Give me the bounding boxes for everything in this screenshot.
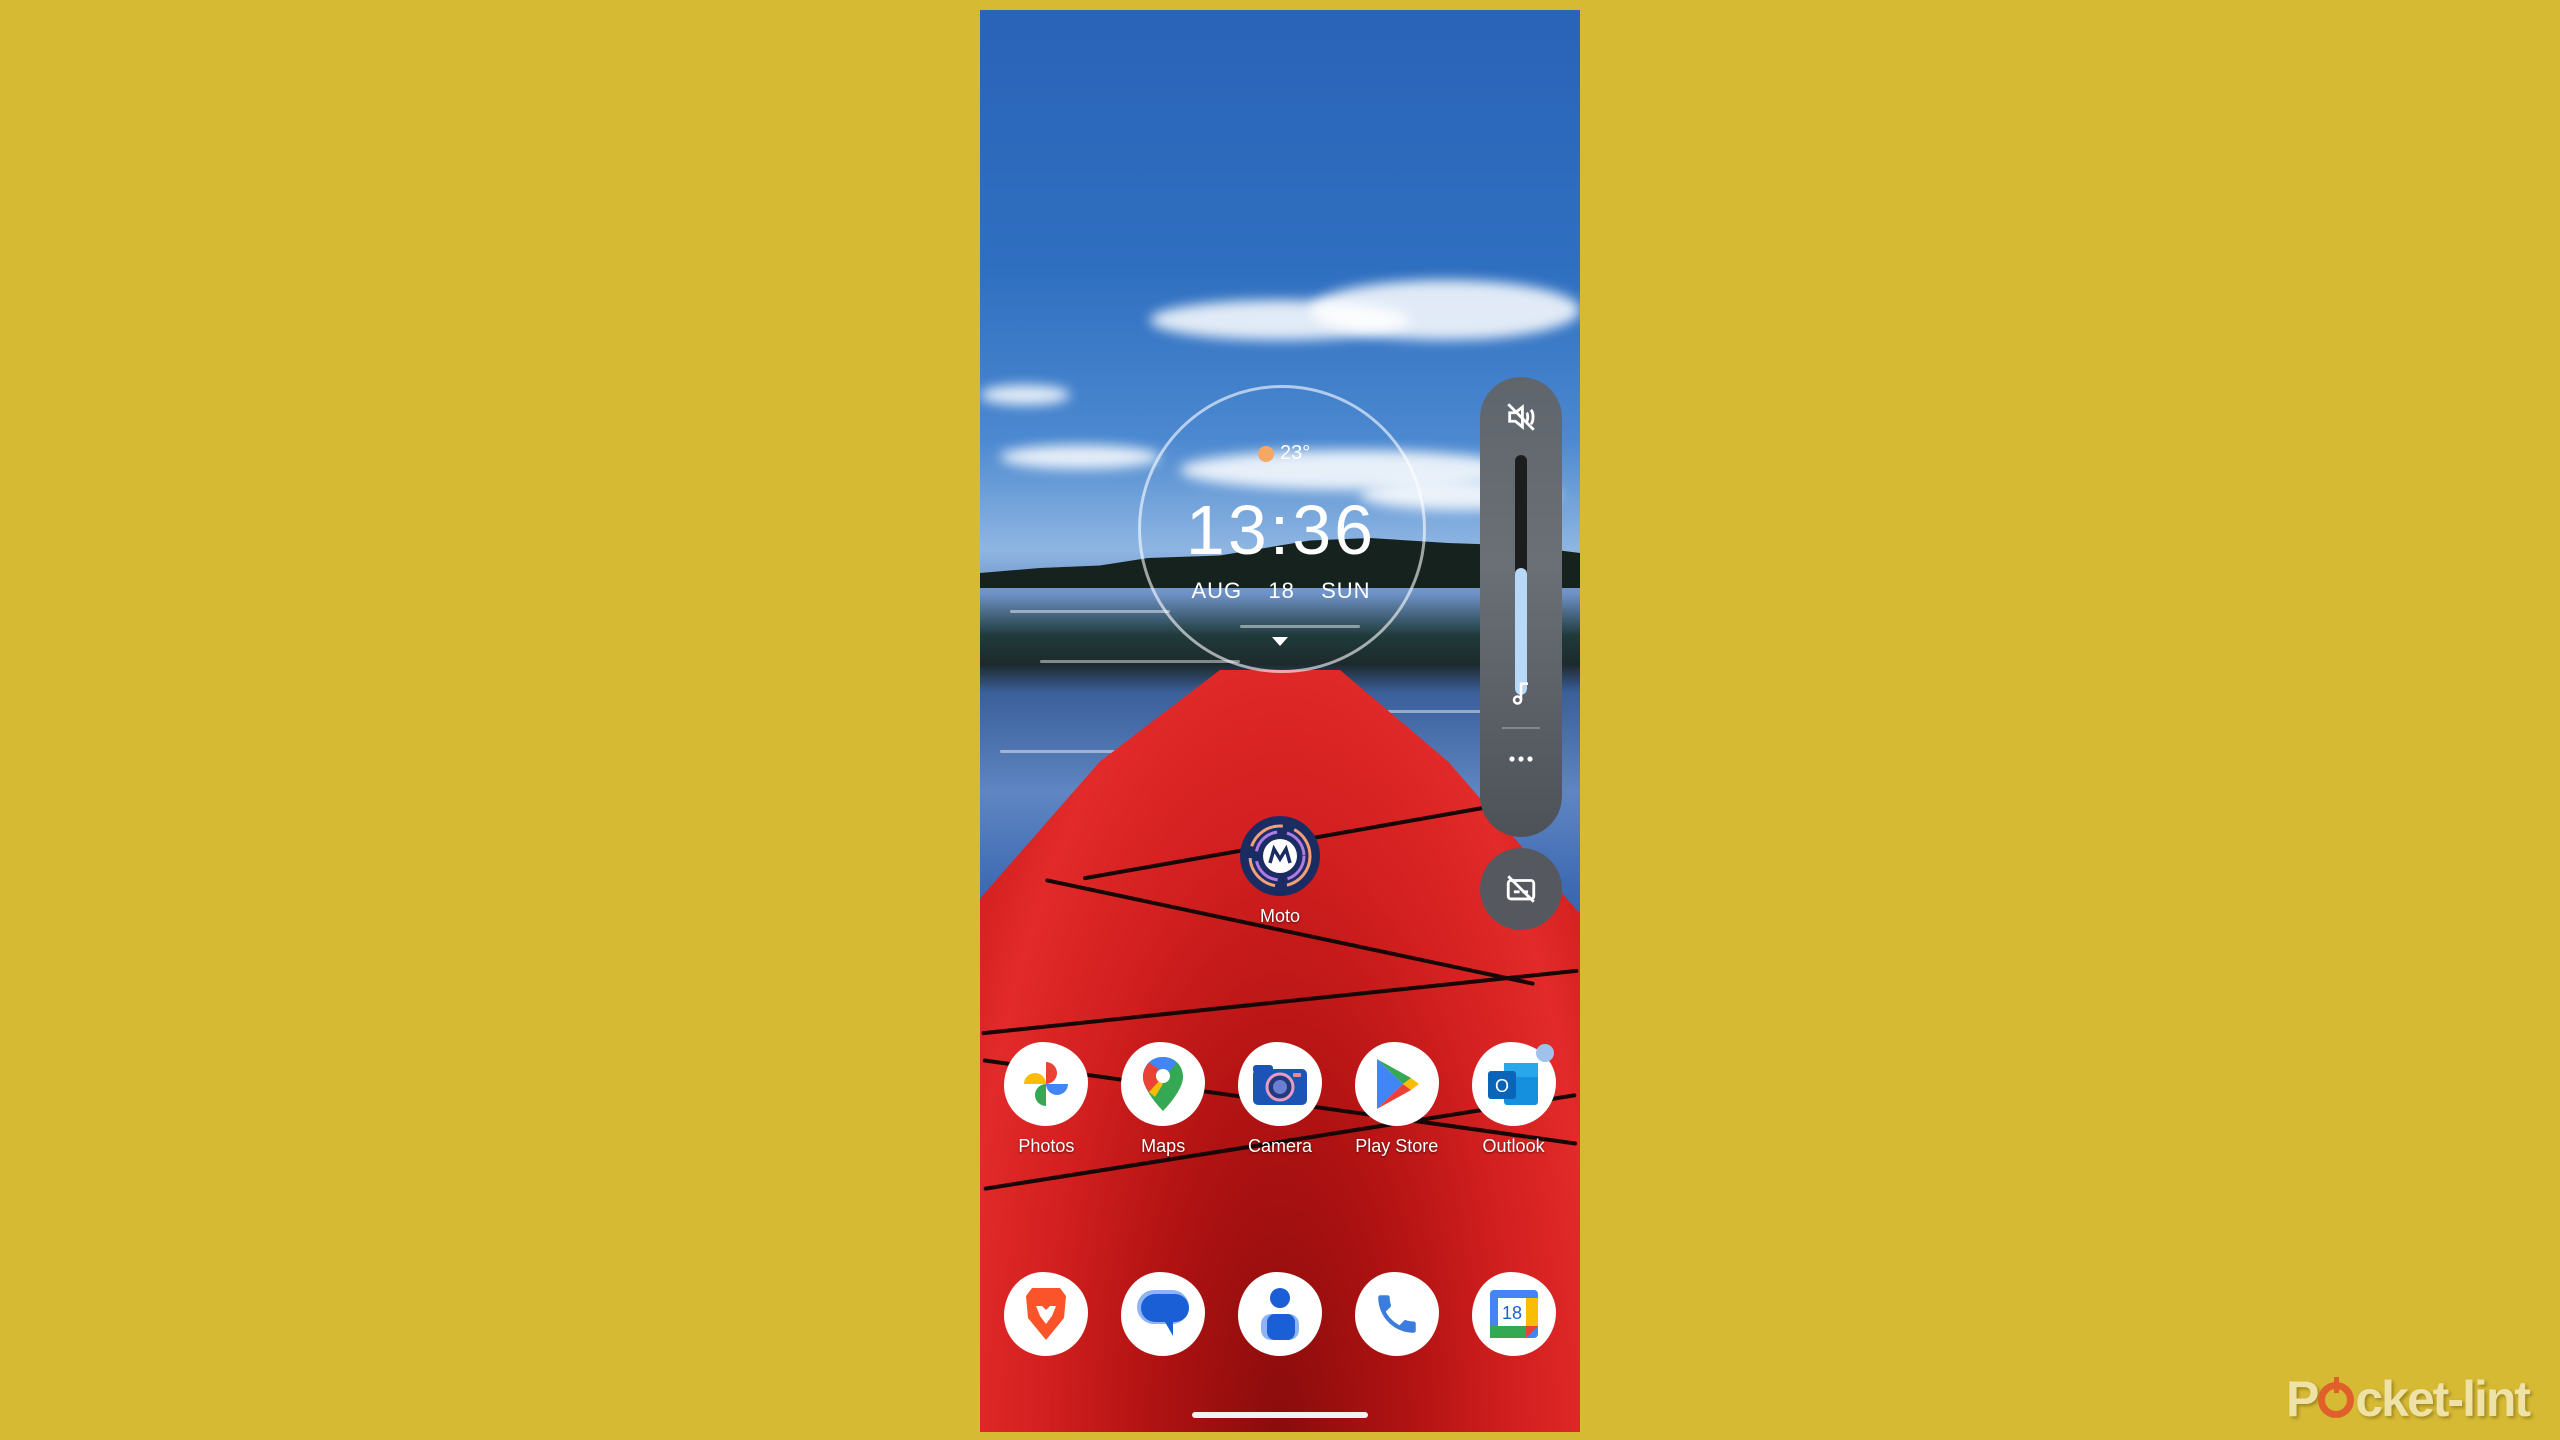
svg-text:18: 18 [1502, 1303, 1522, 1323]
play-store-icon [1354, 1042, 1439, 1126]
more-horizontal-icon[interactable] [1501, 739, 1541, 779]
phone-screen: 23° 13:36 AUG 18 SUN Moto Photos Maps Ca… [980, 10, 1580, 1432]
divider [1502, 727, 1540, 729]
wallpaper-cloud [1000, 445, 1160, 469]
watermark-text: P [2286, 1371, 2319, 1427]
outlook-icon: O [1471, 1042, 1556, 1126]
clock-time[interactable]: 13:36 [1140, 490, 1422, 570]
calendar-icon: 18 [1471, 1272, 1556, 1356]
app-label: Camera [1247, 1136, 1312, 1156]
captions-off-icon [1506, 875, 1536, 903]
water-ripple [1010, 610, 1170, 613]
app-label: Maps [1141, 1136, 1186, 1156]
moto-logo-icon [1240, 816, 1320, 896]
google-photos-icon [1004, 1042, 1089, 1126]
volume-mute-icon[interactable] [1501, 397, 1541, 437]
app-contacts[interactable] [1230, 1272, 1330, 1356]
app-moto[interactable]: Moto [1237, 816, 1323, 927]
app-camera[interactable]: Camera [1230, 1042, 1330, 1157]
phone-handset-icon [1354, 1272, 1439, 1356]
app-label: Outlook [1482, 1136, 1545, 1156]
home-gesture-bar[interactable] [1192, 1412, 1368, 1418]
app-outlook[interactable]: O Outlook [1464, 1042, 1564, 1157]
water-ripple [1000, 750, 1120, 753]
partly-sunny-icon [1258, 445, 1274, 462]
weather-widget[interactable]: 23° [1258, 442, 1310, 465]
app-label: Photos [1018, 1136, 1075, 1156]
volume-panel [1480, 377, 1562, 837]
contacts-person-icon [1237, 1272, 1322, 1356]
kayak-rope [981, 968, 1579, 1036]
home-app-row: Photos Maps Camera Play Store O Outlook [980, 1042, 1580, 1157]
camera-icon [1237, 1042, 1322, 1126]
captions-toggle-button[interactable] [1480, 848, 1562, 930]
app-messages[interactable] [1113, 1272, 1213, 1356]
notification-dot [1535, 1044, 1554, 1062]
power-icon [2318, 1377, 2355, 1418]
temperature: 23° [1280, 442, 1311, 464]
app-play-store[interactable]: Play Store [1347, 1042, 1447, 1157]
app-brave[interactable] [996, 1272, 1096, 1356]
chevron-down-icon[interactable] [1272, 637, 1288, 646]
messages-bubble-icon [1121, 1272, 1206, 1356]
dock: 18 [980, 1272, 1580, 1356]
pocketlint-watermark: Pcket-lint [2286, 1370, 2531, 1428]
app-photos[interactable]: Photos [996, 1042, 1096, 1157]
wallpaper-cloud [1310, 280, 1580, 340]
app-label: Moto [1259, 906, 1301, 926]
brave-lion-icon [1004, 1272, 1089, 1356]
google-maps-icon [1121, 1042, 1206, 1126]
app-calendar[interactable]: 18 [1464, 1272, 1564, 1356]
watermark-text: cket-lint [2355, 1371, 2531, 1427]
wallpaper-cloud [980, 385, 1070, 405]
clock-date[interactable]: AUG 18 SUN [1140, 578, 1422, 604]
water-ripple [1040, 660, 1240, 663]
app-phone[interactable] [1347, 1272, 1447, 1356]
app-maps[interactable]: Maps [1113, 1042, 1213, 1157]
svg-text:O: O [1495, 1076, 1509, 1096]
music-note-icon[interactable] [1501, 673, 1541, 713]
app-label: Play Store [1355, 1136, 1439, 1156]
volume-slider[interactable] [1515, 455, 1527, 695]
